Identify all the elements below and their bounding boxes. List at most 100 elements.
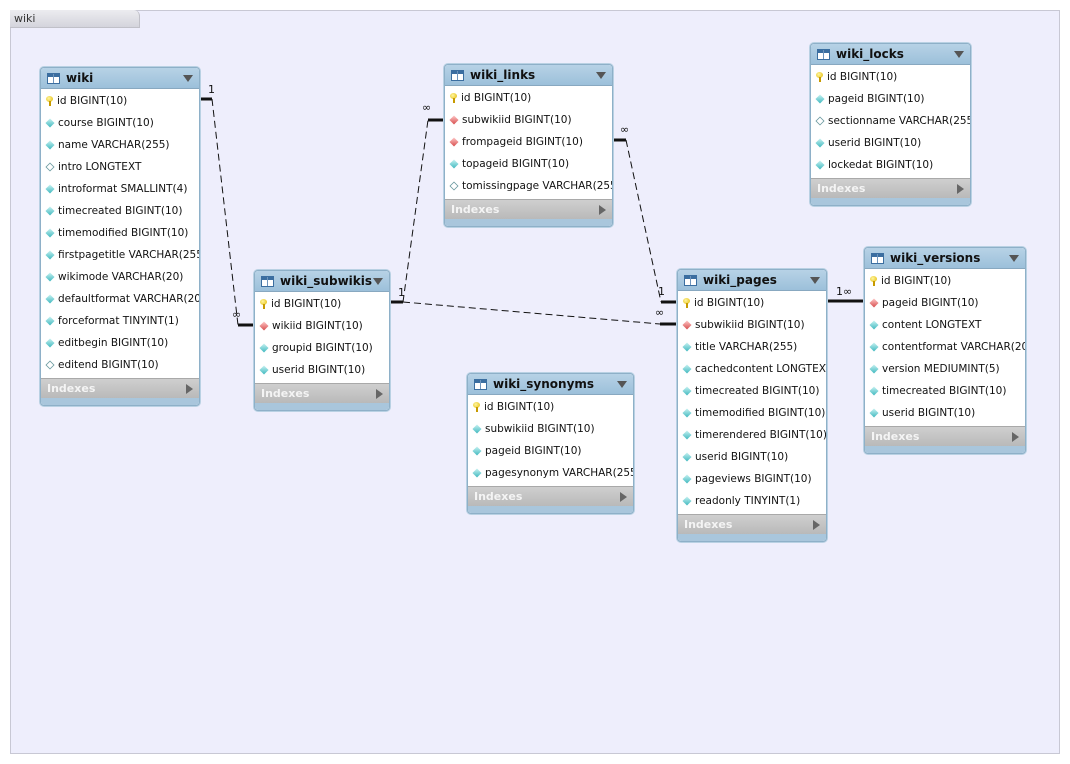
column-row[interactable]: pageid BIGINT(10) [865,292,1025,314]
table-header[interactable]: wiki_subwikis [255,271,389,292]
column-row[interactable]: topageid BIGINT(10) [445,153,612,175]
column-row[interactable]: tomissingpage VARCHAR(255) [445,175,612,197]
relationship-links-pages[interactable] [611,138,677,304]
teal-diamond-icon [45,228,55,238]
collapse-arrow-icon[interactable] [373,277,383,285]
table-header[interactable]: wiki_links [445,65,612,86]
column-row[interactable]: lockedat BIGINT(10) [811,154,970,176]
column-row[interactable]: timemodified BIGINT(10) [678,402,826,424]
red-diamond-icon [449,115,459,125]
column-row[interactable]: timecreated BIGINT(10) [865,380,1025,402]
column-text: id BIGINT(10) [271,298,342,310]
hollow-diamond-icon [45,162,55,172]
column-row[interactable]: title VARCHAR(255) [678,336,826,358]
expand-arrow-icon[interactable] [599,204,606,215]
relationship-wiki-subwikis[interactable] [199,97,254,327]
table-wiki-subwikis[interactable]: wiki_subwikisid BIGINT(10) wikiid BIGINT(… [254,270,390,411]
teal-diamond-icon [45,184,55,194]
column-row[interactable]: wikimode VARCHAR(20) [41,266,199,288]
column-text: id BIGINT(10) [827,71,898,83]
column-row[interactable]: firstpagetitle VARCHAR(255) [41,244,199,266]
column-row[interactable]: readonly TINYINT(1) [678,490,826,512]
column-row[interactable]: frompageid BIGINT(10) [445,131,612,153]
expand-arrow-icon[interactable] [620,491,627,502]
table-header[interactable]: wiki [41,68,199,89]
column-row[interactable]: subwikiid BIGINT(10) [468,418,633,440]
collapse-arrow-icon[interactable] [810,276,820,284]
expand-arrow-icon[interactable] [186,383,193,394]
column-row[interactable]: subwikiid BIGINT(10) [678,314,826,336]
teal-diamond-icon [45,118,55,128]
column-row[interactable]: defaultformat VARCHAR(20) [41,288,199,310]
column-row[interactable]: pageviews BIGINT(10) [678,468,826,490]
column-list: id BIGINT(10) pageid BIGINT(10) content LO… [865,269,1025,426]
column-row[interactable]: timecreated BIGINT(10) [41,200,199,222]
column-row[interactable]: id BIGINT(10) [468,396,633,418]
teal-diamond-icon [472,446,482,456]
column-row[interactable]: contentformat VARCHAR(20) [865,336,1025,358]
relationship-subwikis-pages[interactable] [402,301,677,326]
column-row[interactable]: name VARCHAR(255) [41,134,199,156]
column-row[interactable]: id BIGINT(10) [255,293,389,315]
collapse-arrow-icon[interactable] [1009,254,1019,262]
column-row[interactable]: userid BIGINT(10) [811,132,970,154]
table-wiki-synonyms[interactable]: wiki_synonyms id BIGINT(10) subwikiid BIGI… [467,373,634,514]
column-row[interactable]: forceformat TINYINT(1) [41,310,199,332]
column-row[interactable]: timerendered BIGINT(10) [678,424,826,446]
column-row[interactable]: id BIGINT(10) [41,90,199,112]
column-row[interactable]: cachedcontent LONGTEXT [678,358,826,380]
indexes-section[interactable]: Indexes [811,178,970,198]
column-row[interactable]: id BIGINT(10) [445,87,612,109]
column-row[interactable]: id BIGINT(10) [811,66,970,88]
expand-arrow-icon[interactable] [813,519,820,530]
column-row[interactable]: userid BIGINT(10) [255,359,389,381]
indexes-section[interactable]: Indexes [468,486,633,506]
table-wiki-pages[interactable]: wiki_pages id BIGINT(10) subwikiid BIGINT(… [677,269,827,542]
collapse-arrow-icon[interactable] [617,380,627,388]
column-row[interactable]: userid BIGINT(10) [865,402,1025,424]
expand-arrow-icon[interactable] [1012,431,1019,442]
table-header[interactable]: wiki_locks [811,44,970,65]
table-footer [678,534,826,541]
indexes-section[interactable]: Indexes [445,199,612,219]
table-wiki[interactable]: wiki id BIGINT(10) course BIGINT(10) name V… [40,67,200,406]
table-header[interactable]: wiki_pages [678,270,826,291]
column-row[interactable]: pageid BIGINT(10) [811,88,970,110]
column-row[interactable]: pageid BIGINT(10) [468,440,633,462]
column-row[interactable]: editend BIGINT(10) [41,354,199,376]
column-row[interactable]: groupid BIGINT(10) [255,337,389,359]
table-header[interactable]: wiki_synonyms [468,374,633,395]
column-row[interactable]: userid BIGINT(10) [678,446,826,468]
column-row[interactable]: timecreated BIGINT(10) [678,380,826,402]
expand-arrow-icon[interactable] [376,388,383,399]
table-wiki-locks[interactable]: wiki_locksid BIGINT(10) pageid BIGINT(10)… [810,43,971,206]
collapse-arrow-icon[interactable] [596,71,606,79]
column-row[interactable]: id BIGINT(10) [865,270,1025,292]
column-row[interactable]: timemodified BIGINT(10) [41,222,199,244]
column-row[interactable]: version MEDIUMINT(5) [865,358,1025,380]
column-row[interactable]: introformat SMALLINT(4) [41,178,199,200]
collapse-arrow-icon[interactable] [954,50,964,58]
relationship-subwikis-links[interactable] [388,118,444,304]
column-text: editend BIGINT(10) [58,359,159,371]
column-row[interactable]: editbegin BIGINT(10) [41,332,199,354]
hollow-diamond-icon [815,116,825,126]
indexes-section[interactable]: Indexes [41,378,199,398]
indexes-section[interactable]: Indexes [865,426,1025,446]
indexes-section[interactable]: Indexes [678,514,826,534]
table-wiki-versions[interactable]: wiki_versions id BIGINT(10) pageid BIGINT(… [864,247,1026,454]
column-row[interactable]: pagesynonym VARCHAR(255) [468,462,633,484]
column-row[interactable]: sectionname VARCHAR(255) [811,110,970,132]
column-row[interactable]: id BIGINT(10) [678,292,826,314]
column-text: topageid BIGINT(10) [462,158,570,170]
expand-arrow-icon[interactable] [957,183,964,194]
table-header[interactable]: wiki_versions [865,248,1025,269]
collapse-arrow-icon[interactable] [183,74,193,82]
column-row[interactable]: course BIGINT(10) [41,112,199,134]
column-row[interactable]: wikiid BIGINT(10) [255,315,389,337]
table-wiki-links[interactable]: wiki_links id BIGINT(10) subwikiid BIGINT(… [444,64,613,227]
column-row[interactable]: subwikiid BIGINT(10) [445,109,612,131]
column-row[interactable]: intro LONGTEXT [41,156,199,178]
column-row[interactable]: content LONGTEXT [865,314,1025,336]
indexes-section[interactable]: Indexes [255,383,389,403]
